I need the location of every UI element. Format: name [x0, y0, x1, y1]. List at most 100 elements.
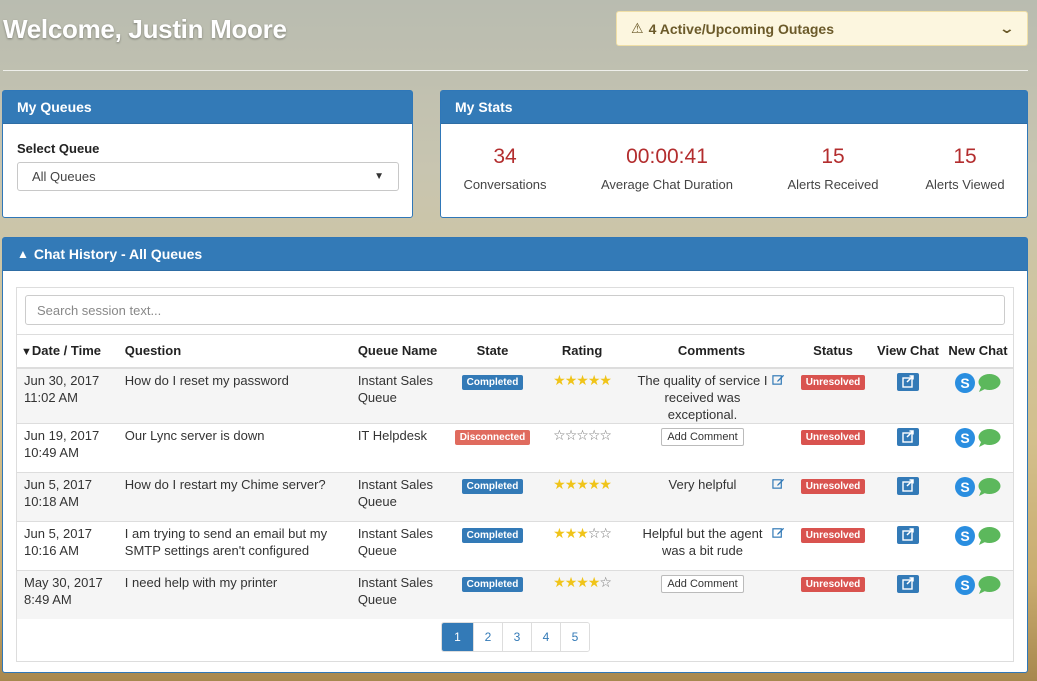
- queue-select-value: All Queues: [32, 169, 96, 184]
- page-link-5[interactable]: 5: [560, 623, 589, 651]
- state-cell: Completed: [450, 569, 535, 619]
- skype-icon[interactable]: S: [954, 427, 975, 448]
- queue-cell: Instant Sales Queue: [353, 471, 451, 521]
- comments-cell: Add Comment: [629, 422, 794, 472]
- view-chat-button[interactable]: [896, 476, 919, 495]
- add-comment-button[interactable]: Add Comment: [661, 427, 744, 446]
- star-empty-icon: ☆: [576, 426, 589, 443]
- question-cell: Our Lync server is down: [120, 422, 354, 472]
- page-link-1[interactable]: 1: [442, 623, 473, 651]
- state-badge: Completed: [461, 478, 524, 494]
- question-cell: I need help with my printer: [120, 569, 354, 619]
- edit-icon[interactable]: [772, 373, 785, 386]
- rating-stars: ★★★☆☆: [553, 524, 612, 541]
- column-header-status[interactable]: Status: [793, 334, 873, 369]
- search-input[interactable]: [25, 295, 1005, 325]
- date: May 30, 2017: [24, 574, 103, 590]
- edit-icon[interactable]: [772, 526, 785, 539]
- column-header-question[interactable]: Question: [120, 334, 354, 369]
- page-link-3[interactable]: 3: [502, 623, 531, 651]
- skype-icon[interactable]: S: [954, 476, 975, 497]
- caret-down-icon: ▼: [374, 171, 384, 182]
- state-cell: Completed: [450, 367, 535, 423]
- chat-bubble-icon[interactable]: [977, 526, 1001, 546]
- comments-cell: Helpful but the agent was a bit rude: [629, 520, 794, 570]
- select-queue-label: Select Queue: [17, 141, 100, 156]
- state-cell: Disconnected: [450, 422, 535, 472]
- comments-cell: Add Comment: [629, 569, 794, 619]
- date-cell: Jun 30, 2017 11:02 AM: [17, 367, 121, 423]
- star-filled-icon: ★: [553, 475, 566, 492]
- date-cell: Jun 19, 2017 10:49 AM: [17, 422, 121, 472]
- my-stats-title: My Stats: [441, 91, 1027, 124]
- star-filled-icon: ★: [564, 371, 578, 388]
- star-empty-icon: ☆: [599, 573, 612, 590]
- time: 10:16 AM: [24, 542, 79, 558]
- stat-label: Alerts Received: [787, 177, 879, 192]
- time: 8:49 AM: [24, 591, 72, 607]
- table-row: Jun 5, 2017 10:18 AM How do I restart my C…: [17, 471, 1013, 521]
- view-chat-button[interactable]: [896, 574, 919, 593]
- chat-history-body: ▼Date / Time Question Queue Name State R…: [16, 287, 1014, 662]
- new-chat-cell: S: [942, 471, 1013, 521]
- column-header-comments[interactable]: Comments: [629, 334, 794, 369]
- column-header-date[interactable]: ▼Date / Time: [17, 334, 121, 369]
- table-row: May 30, 2017 8:49 AM I need help with my p…: [17, 569, 1013, 619]
- warning-triangle-icon: ⚠: [631, 20, 644, 36]
- edit-icon[interactable]: [772, 477, 785, 490]
- comment-text: The quality of service I received was ex…: [637, 372, 768, 422]
- view-chat-button[interactable]: [896, 372, 919, 391]
- view-chat-button[interactable]: [896, 525, 919, 544]
- chat-bubble-icon[interactable]: [977, 428, 1001, 448]
- stat-label: Alerts Viewed: [925, 177, 1005, 192]
- my-stats-panel: My Stats 34 Conversations 00:00:41 Avera…: [440, 90, 1028, 218]
- new-chat-actions: S: [954, 476, 1001, 497]
- table-row: Jun 19, 2017 10:49 AM Our Lync server is d…: [17, 422, 1013, 472]
- star-filled-icon: ★: [564, 573, 578, 590]
- chat-bubble-icon[interactable]: [977, 575, 1001, 595]
- view-chat-button[interactable]: [896, 427, 919, 446]
- view-chat-cell: [872, 569, 943, 619]
- state-cell: Completed: [450, 520, 535, 570]
- table-row: Jun 30, 2017 11:02 AM How do I reset my pa…: [17, 367, 1013, 423]
- status-cell: Unresolved: [793, 471, 873, 521]
- column-header-state[interactable]: State: [450, 334, 535, 369]
- rating-cell: ★★★★★: [534, 367, 630, 423]
- skype-icon[interactable]: S: [954, 372, 975, 393]
- table-row: Jun 5, 2017 10:16 AM I am trying to send a…: [17, 520, 1013, 570]
- stat-value: 34: [493, 145, 517, 168]
- stat-conversations: 34 Conversations: [430, 145, 580, 192]
- stat-value: 15: [953, 145, 977, 168]
- chat-bubble-icon[interactable]: [977, 477, 1001, 497]
- chat-history-header[interactable]: ▲ Chat History - All Queues: [3, 238, 1027, 271]
- chat-history-table: ▼Date / Time Question Queue Name State R…: [17, 334, 1013, 619]
- outage-alert-toggle[interactable]: ⚠ 4 Active/Upcoming Outages ⌄: [616, 11, 1028, 46]
- star-filled-icon: ★: [576, 524, 589, 541]
- queue-select[interactable]: All Queues ▼: [17, 162, 399, 191]
- add-comment-button[interactable]: Add Comment: [661, 574, 744, 593]
- skype-icon[interactable]: S: [954, 574, 975, 595]
- star-filled-icon: ★: [587, 371, 601, 388]
- star-empty-icon: ☆: [599, 524, 612, 541]
- sort-desc-icon: ▼: [21, 346, 32, 359]
- page-link-4[interactable]: 4: [531, 623, 560, 651]
- my-queues-title: My Queues: [3, 91, 412, 124]
- column-header-rating[interactable]: Rating: [534, 334, 630, 369]
- status-badge: Unresolved: [800, 374, 866, 390]
- page-link-2[interactable]: 2: [473, 623, 502, 651]
- star-filled-icon: ★: [564, 524, 578, 541]
- rating-cell: ★★★★★: [534, 471, 630, 521]
- stat-value: 15: [821, 145, 845, 168]
- queue-cell: Instant Sales Queue: [353, 520, 451, 570]
- stat-alerts-viewed: 15 Alerts Viewed: [890, 145, 1037, 192]
- time: 10:18 AM: [24, 493, 79, 509]
- chevron-down-icon: ⌄: [998, 20, 1016, 36]
- star-empty-icon: ☆: [564, 426, 578, 443]
- column-header-queue[interactable]: Queue Name: [353, 334, 451, 369]
- chat-bubble-icon[interactable]: [977, 373, 1001, 393]
- skype-icon[interactable]: S: [954, 525, 975, 546]
- star-filled-icon: ★: [599, 475, 612, 492]
- status-badge: Unresolved: [800, 576, 866, 592]
- rating-cell: ☆☆☆☆☆: [534, 422, 630, 472]
- star-filled-icon: ★: [599, 371, 612, 388]
